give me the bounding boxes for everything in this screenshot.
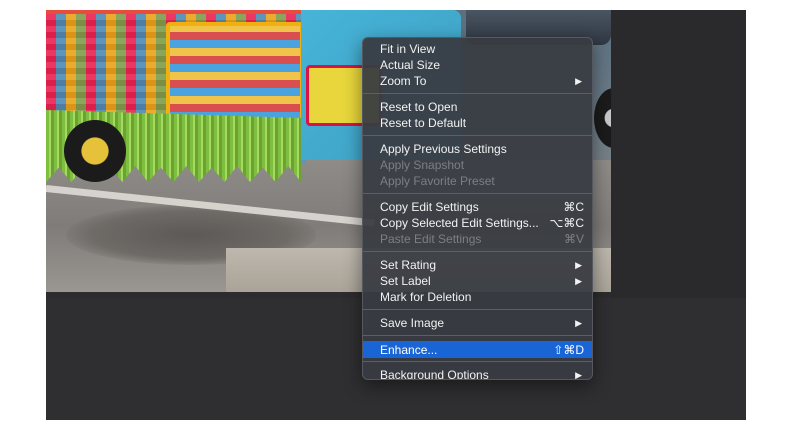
menu-item-paste-edit-settings: Paste Edit Settings ⌘V [363,231,592,247]
submenu-arrow-icon: ▶ [575,370,582,380]
menu-item-fit-in-view[interactable]: Fit in View [363,41,592,57]
menu-item-shortcut: ⌘C [563,200,584,214]
context-menu: Fit in View Actual Size Zoom To ▶ Reset to O… [362,37,593,380]
menu-separator [363,309,592,310]
menu-item-zoom-to[interactable]: Zoom To ▶ [363,73,592,89]
menu-item-background-options[interactable]: Background Options ▶ [363,367,592,380]
menu-item-label: Fit in View [380,42,436,56]
canvas-background-right [611,10,746,298]
menu-item-apply-favorite-preset: Apply Favorite Preset [363,173,592,189]
menu-item-shortcut: ⌘V [563,232,584,246]
menu-item-label: Reset to Default [380,116,467,130]
menu-item-label: Save Image [380,316,445,330]
menu-item-set-label[interactable]: Set Label ▶ [363,273,592,289]
menu-item-label: Apply Previous Settings [380,142,507,156]
menu-item-save-image[interactable]: Save Image ▶ [363,315,592,331]
menu-item-label: Copy Selected Edit Settings... [380,216,539,230]
menu-item-label: Apply Snapshot [380,158,465,172]
menu-item-label: Zoom To [380,74,427,88]
submenu-arrow-icon: ▶ [575,260,582,270]
menu-item-actual-size[interactable]: Actual Size [363,57,592,73]
menu-item-set-rating[interactable]: Set Rating ▶ [363,257,592,273]
menu-separator [363,361,592,362]
menu-item-reset-to-default[interactable]: Reset to Default [363,115,592,131]
menu-item-shortcut: ⇧⌘D [553,342,584,357]
menu-item-label: Background Options [380,368,489,380]
menu-item-apply-previous-settings[interactable]: Apply Previous Settings [363,141,592,157]
menu-item-label: Paste Edit Settings [380,232,482,246]
menu-separator [363,251,592,252]
submenu-arrow-icon: ▶ [575,76,582,86]
menu-item-label: Mark for Deletion [380,290,472,304]
submenu-arrow-icon: ▶ [575,318,582,328]
menu-item-copy-edit-settings[interactable]: Copy Edit Settings ⌘C [363,199,592,215]
menu-item-label: Set Label [380,274,431,288]
photo-car-wheel [594,88,611,148]
menu-separator [363,93,592,94]
menu-item-label: Actual Size [380,58,441,72]
menu-item-copy-selected-edit-settings[interactable]: Copy Selected Edit Settings... ⌥⌘C [363,215,592,231]
menu-item-mark-for-deletion[interactable]: Mark for Deletion [363,289,592,305]
submenu-arrow-icon: ▶ [575,276,582,286]
menu-separator [363,135,592,136]
photo-wheel [64,120,126,182]
menu-item-apply-snapshot: Apply Snapshot [363,157,592,173]
menu-item-label: Copy Edit Settings [380,200,479,214]
menu-item-label: Set Rating [380,258,437,272]
menu-item-reset-to-open[interactable]: Reset to Open [363,99,592,115]
menu-item-label: Apply Favorite Preset [380,174,495,188]
menu-separator [363,335,592,336]
menu-item-label: Enhance... [380,342,438,357]
menu-item-shortcut: ⌥⌘C [549,216,585,230]
menu-item-label: Reset to Open [380,100,458,114]
menu-item-enhance[interactable]: Enhance... ⇧⌘D [363,341,592,358]
menu-separator [363,193,592,194]
